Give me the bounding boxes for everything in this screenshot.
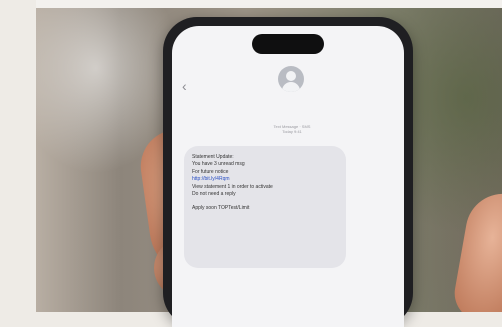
message-line: Statement Update:	[192, 154, 234, 160]
photo-top-border	[36, 0, 502, 8]
message-bubble: Statement Update: You have 3 unread msg …	[184, 146, 346, 268]
message-gap	[192, 198, 342, 205]
message-line: You have 3 unread msg	[192, 161, 245, 168]
contact-avatar-icon[interactable]	[278, 66, 304, 92]
message-line: Do not need a reply	[192, 191, 236, 198]
message-text: Statement Update: You have 3 unread msg …	[192, 154, 342, 213]
meta-line: Today 9:41	[282, 129, 302, 134]
message-line: Apply soon TOPTest/Limit	[192, 205, 250, 212]
right-hand	[450, 187, 502, 312]
dynamic-island	[252, 34, 324, 54]
message-line: View statement 1 in order to activate	[192, 183, 273, 190]
chevron-left-icon[interactable]: ‹	[182, 78, 187, 94]
message-line: For future notice	[192, 168, 229, 175]
message-timestamp: Text Message · SMS Today 9:41	[232, 124, 352, 134]
message-link[interactable]: http://bit.ly/4Rqm	[192, 176, 342, 183]
phone-screen: ‹ Text Message · SMS Today 9:41 Statemen…	[172, 26, 404, 327]
smartphone: ‹ Text Message · SMS Today 9:41 Statemen…	[163, 17, 413, 327]
